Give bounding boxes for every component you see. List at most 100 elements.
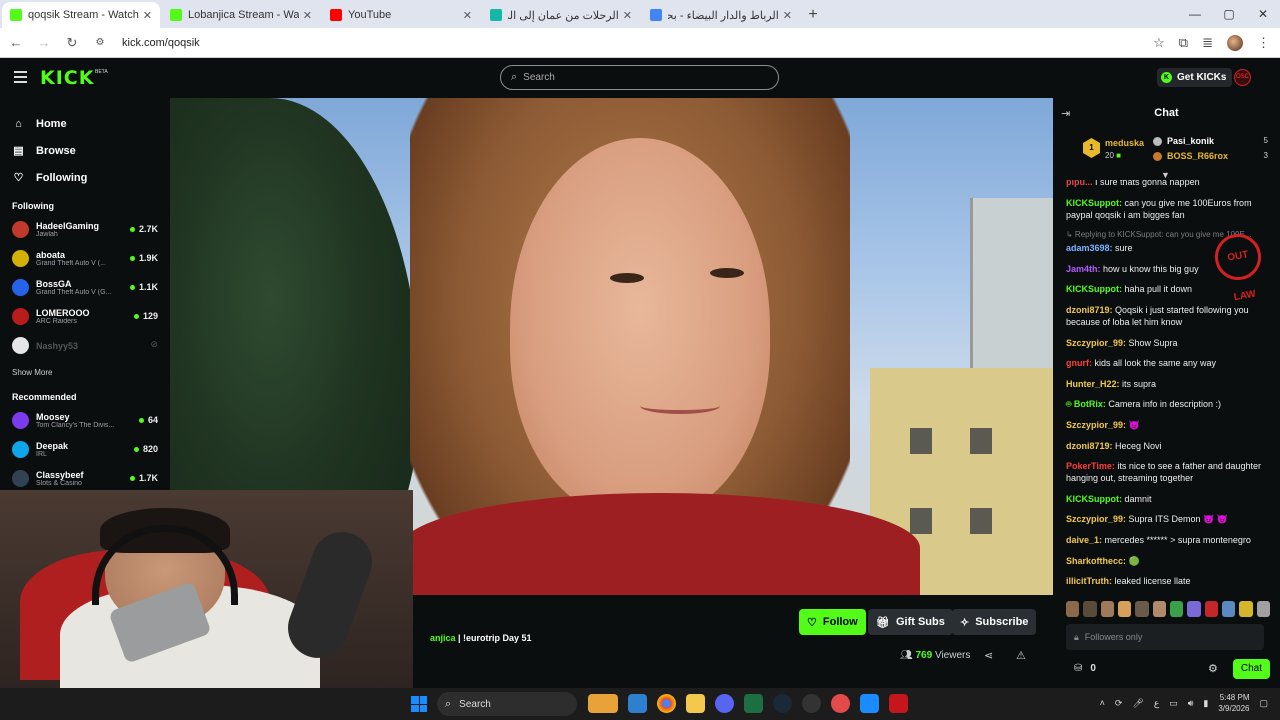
browser-tab[interactable]: qoqsik Stream - Watch Live ✕ <box>2 2 160 28</box>
channel-item[interactable]: LOMEROOO ARC Raiders 129 <box>0 302 170 331</box>
tab-close-icon[interactable]: ✕ <box>143 9 152 22</box>
chat-username[interactable]: KICKSuppot: <box>1066 284 1122 294</box>
follow-button[interactable]: ♡ Follow <box>799 609 866 635</box>
chat-username[interactable]: Hunter_H22: <box>1066 379 1120 389</box>
treasure-icon[interactable]: ⛁ 0 <box>1074 663 1096 674</box>
chat-username[interactable]: gnurf: <box>1066 358 1092 368</box>
emote-icon[interactable] <box>1152 601 1166 617</box>
channel-item[interactable]: Deepak IRL 820 <box>0 435 170 464</box>
tray-network-icon[interactable]: ▭ <box>1169 698 1178 709</box>
channel-item[interactable]: Classybeef Slots & Casino 1.7K <box>0 464 170 493</box>
emote-icon[interactable] <box>1066 601 1080 617</box>
chat-username[interactable]: adam3698: <box>1066 243 1113 253</box>
store-app-icon[interactable] <box>628 694 647 713</box>
close-window-button[interactable]: ✕ <box>1246 0 1280 28</box>
obs-app-icon[interactable] <box>802 694 821 713</box>
chat-username[interactable]: Szczypior_99: <box>1066 514 1126 524</box>
channel-item[interactable]: BossGA Grand Theft Auto V (G... 1.1K <box>0 273 170 302</box>
tray-battery-icon[interactable]: ▮ <box>1203 698 1208 709</box>
windows-start-icon[interactable] <box>411 696 427 712</box>
chat-username[interactable]: dzoni8719: <box>1066 305 1113 315</box>
send-chat-button[interactable]: Chat <box>1232 659 1270 679</box>
emote-icon[interactable] <box>1100 601 1114 617</box>
tab-close-icon[interactable]: ✕ <box>783 9 792 22</box>
emote-icon[interactable] <box>1256 601 1270 617</box>
widget-app-icon[interactable] <box>588 694 618 713</box>
acrobat-app-icon[interactable] <box>889 694 908 713</box>
nav-item-home[interactable]: ⌂ Home <box>0 110 170 137</box>
gift-subs-button[interactable]: 🎁︎ Gift Subs <box>868 609 953 635</box>
channel-item[interactable]: aboata Grand Theft Auto V (... 1.9K <box>0 244 170 273</box>
chat-username[interactable]: daive_1: <box>1066 535 1102 545</box>
channel-item[interactable]: Nashyy53 ⊘ <box>0 331 170 360</box>
emote-icon[interactable] <box>1221 601 1236 617</box>
get-kicks-button[interactable]: K Get KICKs <box>1157 68 1233 87</box>
steam-app-icon[interactable] <box>773 694 792 713</box>
chat-username[interactable]: PokerTime: <box>1066 461 1115 471</box>
kick-logo[interactable]: KICK <box>40 67 94 89</box>
emote-icon[interactable] <box>1169 601 1184 617</box>
notification-icon[interactable]: ▢ <box>1259 698 1268 709</box>
nav-item-browse[interactable]: ▤ Browse <box>0 137 170 164</box>
tray-volume-icon[interactable]: 🔊︎ <box>1188 698 1194 709</box>
tab-close-icon[interactable]: ✕ <box>303 9 312 22</box>
input-language[interactable]: ع <box>1154 698 1159 709</box>
menu-icon[interactable] <box>14 71 27 83</box>
nav-item-following[interactable]: ♡ Following <box>0 164 170 191</box>
emote-icon[interactable] <box>1117 601 1132 617</box>
leaderboard-entry[interactable]: Pasi_konik 5 <box>1153 136 1268 151</box>
discord-app-icon[interactable] <box>715 694 734 713</box>
url-field[interactable]: kick.com/qoqsik <box>122 37 1153 49</box>
chat-username[interactable]: Jam4th: <box>1066 264 1101 274</box>
tray-mic-icon[interactable]: 🎤︎ <box>1132 698 1143 709</box>
chat-username[interactable]: Szczypior_99: <box>1066 420 1126 430</box>
pinned-toggle-icon[interactable]: ▼ <box>1161 170 1170 180</box>
new-tab-button[interactable]: + <box>800 2 826 28</box>
chat-username[interactable]: Sharkofthecc: <box>1066 556 1126 566</box>
app-icon-red[interactable] <box>831 694 850 713</box>
back-icon[interactable]: ← <box>4 35 28 50</box>
chat-input[interactable]: 🔒︎ Followers only <box>1066 624 1264 650</box>
chat-username[interactable]: dzoni8719: <box>1066 441 1113 451</box>
chat-username[interactable]: illicitTruth: <box>1066 576 1112 586</box>
profile-avatar[interactable] <box>1227 34 1243 51</box>
minimize-button[interactable]: — <box>1178 0 1212 28</box>
share-icon[interactable]: ⋖ <box>984 649 993 662</box>
taskbar-clock[interactable]: 5:48 PM 3/9/2026 <box>1218 692 1249 714</box>
user-avatar[interactable]: OSC <box>1234 69 1251 86</box>
emote-icon[interactable] <box>1239 601 1253 617</box>
excel-app-icon[interactable] <box>744 694 763 713</box>
chrome-app-icon[interactable] <box>657 694 676 713</box>
tab-close-icon[interactable]: ✕ <box>623 9 632 22</box>
channel-item[interactable]: HadeelGaming Jawlah 2.7K <box>0 215 170 244</box>
tray-sync-icon[interactable]: ⟳ <box>1115 698 1123 709</box>
emote-icon[interactable] <box>1204 601 1218 617</box>
reload-icon[interactable]: ↻ <box>60 35 84 51</box>
site-info-icon[interactable]: ⚙ <box>88 37 112 48</box>
browser-tab[interactable]: YouTube ✕ <box>322 2 480 28</box>
browser-tab[interactable]: Lobanjica Stream - Watch Live ✕ <box>162 2 320 28</box>
chat-settings-icon[interactable]: ⚙ <box>1208 662 1218 675</box>
tray-overflow-icon[interactable]: ˄ <box>1100 698 1105 708</box>
browser-tab[interactable]: الرباط والدار البيضاء - بحث Google ✕ <box>642 2 800 28</box>
browser-menu-icon[interactable]: ⋮ <box>1257 35 1270 51</box>
search-input[interactable]: ⌕ Search <box>500 65 779 90</box>
chat-username[interactable]: pipu... <box>1066 180 1093 187</box>
extensions-icon[interactable]: ⧉ <box>1179 35 1188 51</box>
tab-close-icon[interactable]: ✕ <box>463 9 472 22</box>
chat-username[interactable]: KICKSuppot: <box>1066 198 1122 208</box>
maximize-button[interactable]: ▢ <box>1212 0 1246 28</box>
browser-tab[interactable]: الرحلات من عمان إلى الرباط ✕ <box>482 2 640 28</box>
emote-icon[interactable] <box>1187 601 1201 617</box>
show-more-link[interactable]: Show More <box>0 364 170 382</box>
taskbar-search[interactable]: ⌕ Search <box>437 692 577 716</box>
bookmark-star-icon[interactable]: ☆ <box>1153 35 1165 51</box>
chat-username[interactable]: KICKSuppot: <box>1066 494 1122 504</box>
chat-username[interactable]: BotRix: <box>1074 399 1106 409</box>
photos-app-icon[interactable] <box>860 694 879 713</box>
stream-title-channel[interactable]: anjica <box>430 633 456 643</box>
emote-icon[interactable] <box>1083 601 1097 617</box>
media-control-icon[interactable]: ≣ <box>1202 35 1213 51</box>
channel-item[interactable]: Moosey Tom Clancy's The Divis... 64 <box>0 406 170 435</box>
report-icon[interactable]: ⚠ <box>1016 649 1026 662</box>
